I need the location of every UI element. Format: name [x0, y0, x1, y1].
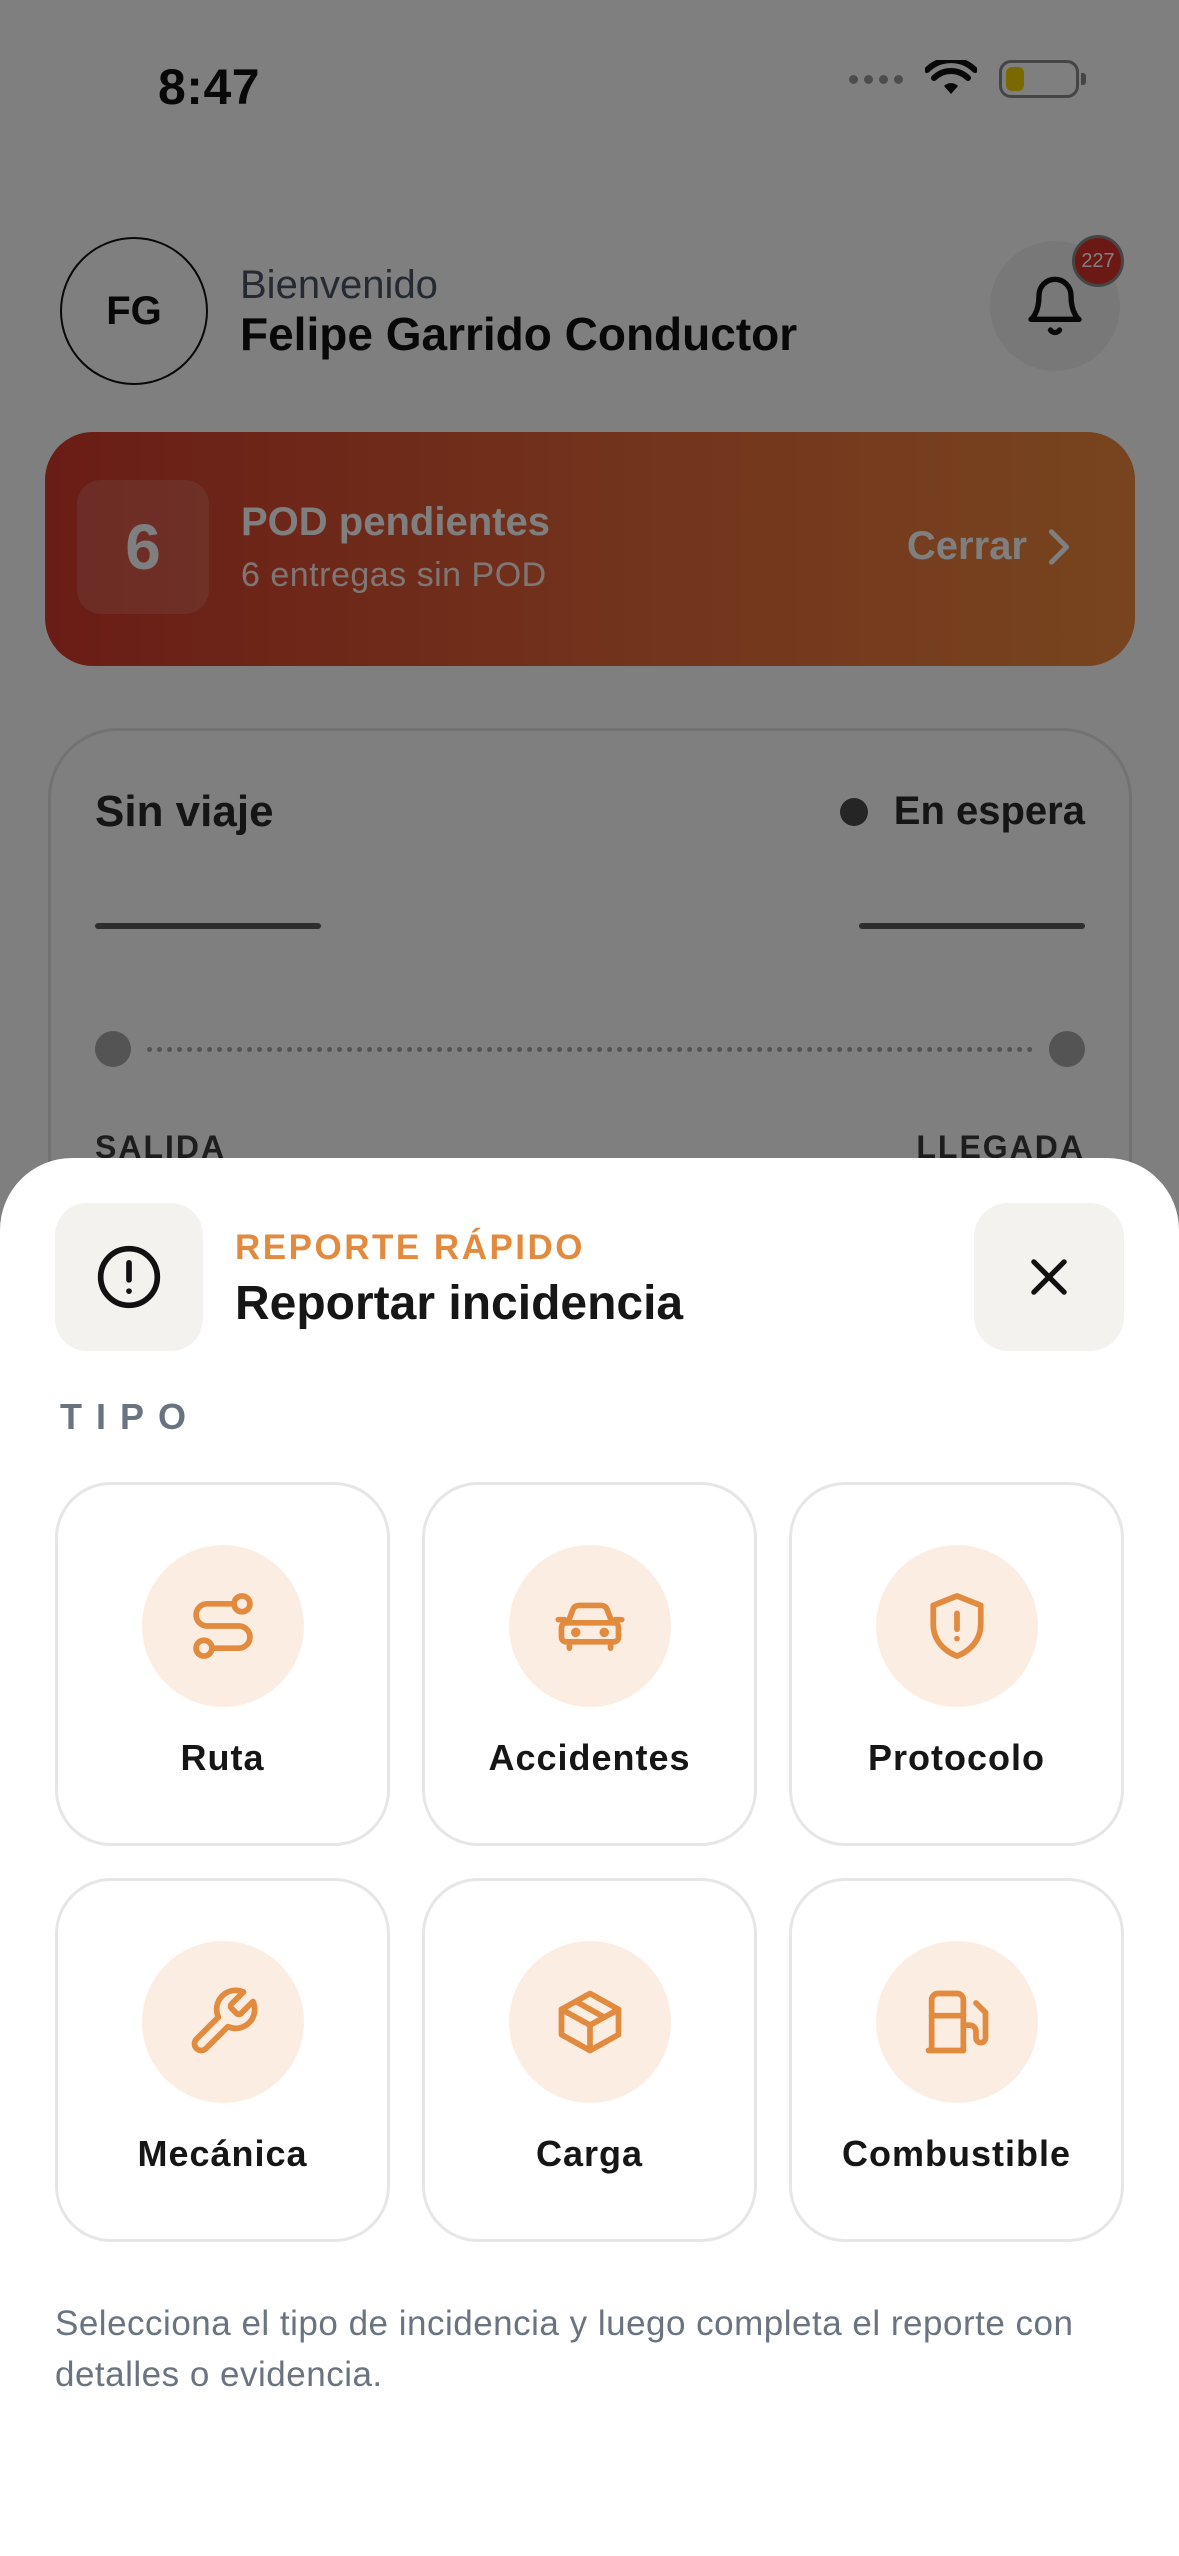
sheet-title: Reportar incidencia [235, 1277, 684, 1330]
fuel-icon [875, 1941, 1038, 2103]
incident-report-sheet: REPORTE RÁPIDO Reportar incidencia TIPO … [0, 1158, 1179, 2556]
close-icon [1031, 1259, 1067, 1295]
incident-type-accidents[interactable]: Accidentes [422, 1482, 757, 1846]
route-icon [141, 1545, 304, 1707]
incident-type-label: Combustible [841, 2133, 1071, 2174]
incident-type-label: Ruta [180, 1737, 265, 1778]
incident-type-grid: Ruta Accidentes Protocolo Mecánica Carga… [55, 1482, 1125, 2242]
incident-type-protocol[interactable]: Protocolo [789, 1482, 1124, 1846]
helper-text: Selecciona el tipo de incidencia y luego… [55, 2304, 1074, 2394]
incident-type-cargo[interactable]: Carga [422, 1878, 757, 2242]
incident-type-label: Protocolo [868, 1737, 1045, 1778]
alert-circle-icon [55, 1203, 203, 1351]
sheet-eyebrow: REPORTE RÁPIDO [235, 1228, 586, 1267]
incident-type-fuel[interactable]: Combustible [789, 1878, 1124, 2242]
incident-type-mechanical[interactable]: Mecánica [55, 1878, 390, 2242]
incident-type-label: Mecánica [137, 2133, 308, 2174]
incident-type-label: Accidentes [488, 1737, 691, 1778]
incident-type-label: Carga [535, 2133, 644, 2174]
shield-alert-icon [875, 1545, 1038, 1707]
type-section-label: TIPO [60, 1396, 201, 1437]
incident-type-route[interactable]: Ruta [55, 1482, 390, 1846]
close-button[interactable] [974, 1203, 1124, 1351]
car-icon [508, 1545, 671, 1707]
package-icon [508, 1941, 671, 2103]
wrench-icon [141, 1941, 304, 2103]
